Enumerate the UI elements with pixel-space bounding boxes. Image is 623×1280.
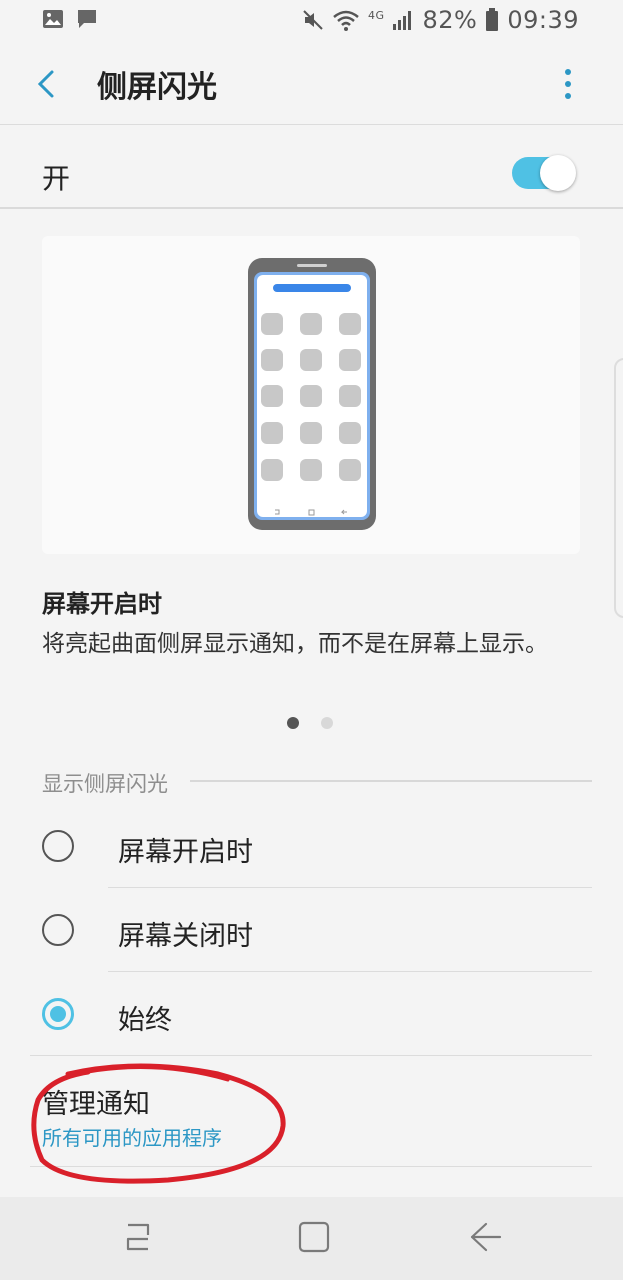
back-nav-icon [470,1222,502,1252]
master-switch-label: 开 [42,162,71,195]
status-bar: 4G 82% 09:39 [0,0,623,44]
radio-button[interactable] [42,914,74,946]
gallery-icon [43,10,63,28]
page-dot-active [287,717,299,729]
option-label: 屏幕开启时 [118,837,253,868]
more-vertical-icon [565,69,571,99]
signal-icon [393,11,412,30]
master-switch-row[interactable]: 开 [0,125,623,209]
divider [108,971,592,972]
manage-notifications-item[interactable]: 管理通知 所有可用的应用程序 [0,1056,623,1167]
manage-title: 管理通知 [42,1089,150,1120]
next-card-peek [614,358,623,618]
app-header: 侧屏闪光 [0,44,623,125]
clock: 09:39 [507,6,579,34]
section-header: 显示侧屏闪光 [42,772,168,796]
mute-icon [303,10,323,30]
home-icon [298,1221,330,1253]
status-left [42,8,98,30]
option-screen-on[interactable]: 屏幕开启时 [0,806,623,890]
navigation-bar [0,1197,623,1280]
option-always[interactable]: 始终 [0,974,623,1058]
recent-apps-icon [126,1223,150,1251]
wifi-icon [333,10,359,31]
back-arrow-icon [37,70,54,98]
page-title: 侧屏闪光 [97,70,217,105]
network-type: 4G [367,8,385,22]
option-label: 始终 [118,1005,172,1036]
page-indicator [287,717,333,729]
message-icon [78,10,96,28]
toggle-knob [540,155,576,191]
page-dot [321,717,333,729]
radio-button[interactable] [42,830,74,862]
preview-card[interactable] [42,236,580,554]
option-label: 屏幕关闭时 [118,921,253,952]
battery-percent: 82% [422,6,478,34]
divider [108,887,592,888]
master-toggle[interactable] [512,155,578,191]
radio-button-selected[interactable] [42,998,74,1030]
recent-apps-button[interactable] [118,1217,158,1257]
manage-subtitle: 所有可用的应用程序 [42,1126,222,1150]
divider [30,1166,592,1167]
back-button[interactable] [30,64,66,104]
preview-title: 屏幕开启时 [42,590,162,618]
battery-icon [486,8,499,31]
back-nav-button[interactable] [466,1217,506,1257]
status-right: 4G 82% 09:39 [302,6,579,34]
option-screen-off[interactable]: 屏幕关闭时 [0,890,623,974]
home-button[interactable] [294,1217,334,1257]
preview-description: 将亮起曲面侧屏显示通知，而不是在屏幕上显示。 [42,631,548,657]
section-divider [190,780,592,782]
phone-illustration [248,258,376,530]
more-options-button[interactable] [556,64,580,104]
